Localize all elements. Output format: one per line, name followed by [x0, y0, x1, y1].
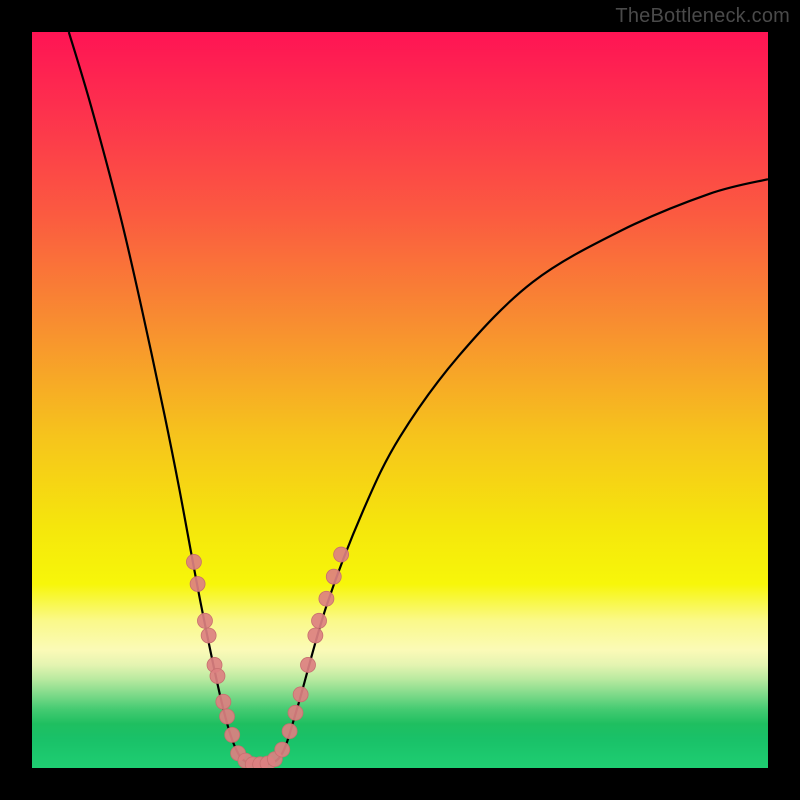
marker-dot: [293, 687, 308, 702]
marker-dot: [201, 628, 216, 643]
marker-dot: [319, 591, 334, 606]
marker-dot: [220, 709, 235, 724]
chart-frame: TheBottleneck.com: [0, 0, 800, 800]
marker-dot: [210, 669, 225, 684]
bottleneck-curve: [69, 32, 768, 766]
marker-dot: [197, 613, 212, 628]
marker-dot: [301, 657, 316, 672]
marker-dot: [308, 628, 323, 643]
marker-dot: [190, 577, 205, 592]
watermark-text: TheBottleneck.com: [615, 5, 790, 28]
marker-dot: [326, 569, 341, 584]
marker-dot: [288, 705, 303, 720]
marker-dot: [186, 554, 201, 569]
marker-dot: [334, 547, 349, 562]
marker-dot: [216, 694, 231, 709]
marker-dot: [282, 724, 297, 739]
plot-area: [32, 32, 768, 768]
marker-dot: [225, 727, 240, 742]
marker-dot: [275, 742, 290, 757]
marker-dot: [312, 613, 327, 628]
chart-svg: [32, 32, 768, 768]
curve-layer: [69, 32, 768, 766]
